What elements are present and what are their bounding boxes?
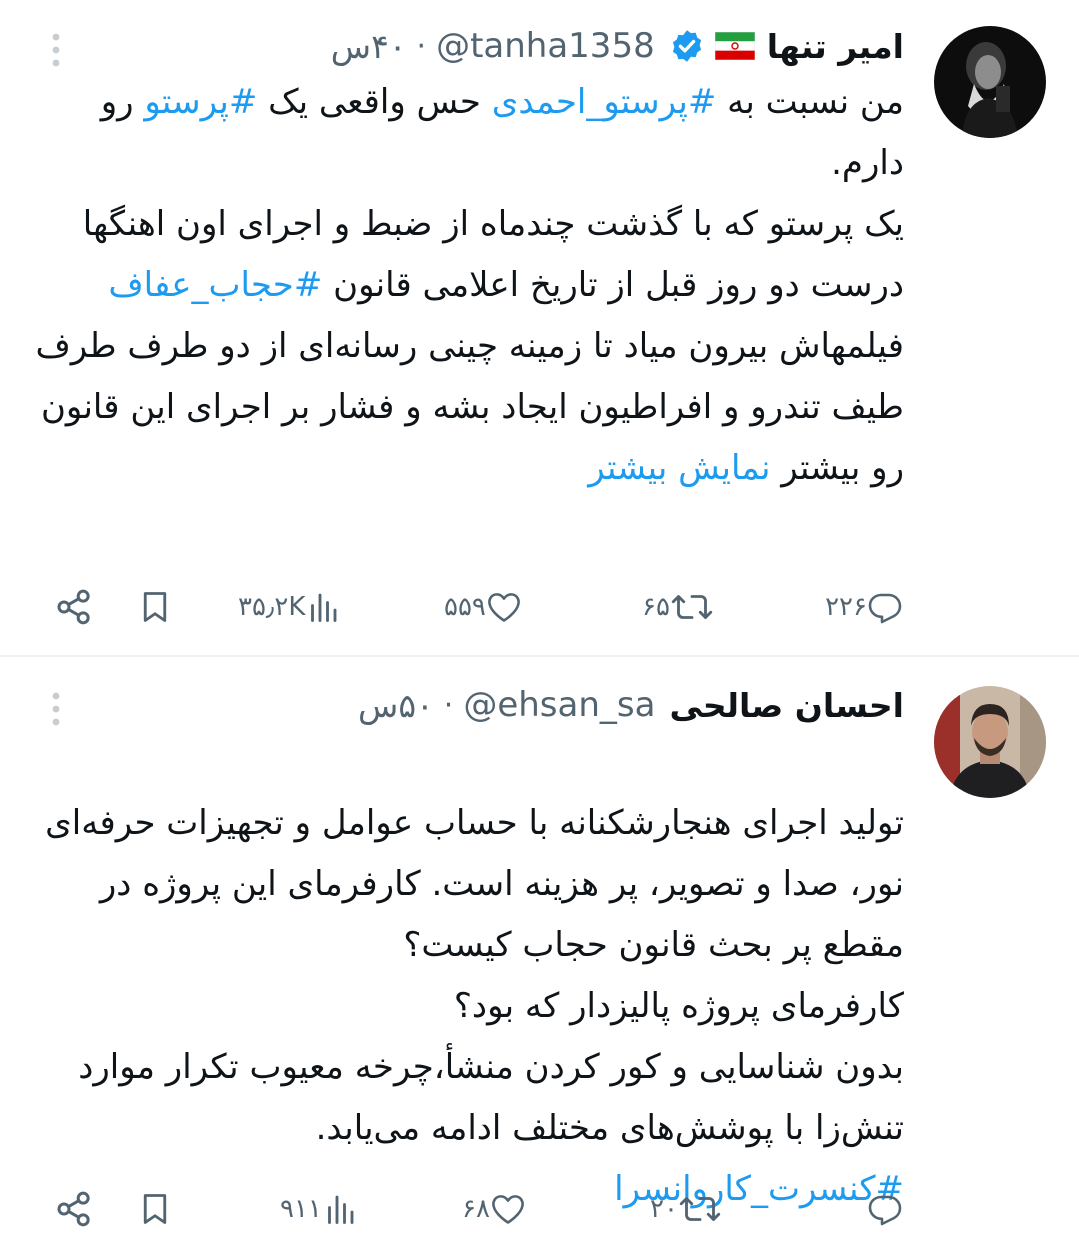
action-bar: ۲۰ ۶۸ ۹۱۱ bbox=[0, 1184, 1079, 1234]
tweet[interactable]: احسان صالحی @ehsan_sa · ۵۰س تولید اجرای … bbox=[0, 657, 1079, 1255]
bookmark-button[interactable] bbox=[137, 582, 173, 632]
tweet-header: امیر تنها @tanha1358 · ۴۰س bbox=[331, 18, 904, 74]
tweet-header: احسان صالحی @ehsan_sa · ۵۰س bbox=[358, 677, 904, 733]
more-options-icon[interactable] bbox=[46, 30, 66, 70]
retweet-button[interactable]: ۲۰ bbox=[650, 1184, 722, 1234]
text-segment: حس واقعی یک bbox=[257, 82, 492, 122]
retweet-button[interactable]: ۶۵ bbox=[642, 582, 714, 632]
reply-button[interactable] bbox=[867, 1184, 903, 1234]
separator-dot: · bbox=[443, 687, 454, 723]
reply-count: ۲۲۶ bbox=[825, 592, 867, 622]
retweet-icon bbox=[670, 589, 714, 625]
display-name[interactable]: امیر تنها bbox=[767, 27, 904, 66]
share-icon bbox=[54, 587, 94, 627]
more-options-icon[interactable] bbox=[46, 689, 66, 729]
timestamp[interactable]: ۵۰س bbox=[358, 686, 434, 725]
text-segment: من نسبت به bbox=[716, 82, 904, 122]
avatar-dark-portrait-icon bbox=[934, 26, 1046, 138]
like-count: ۵۵۹ bbox=[444, 592, 486, 622]
share-button[interactable] bbox=[54, 1184, 94, 1234]
share-icon bbox=[54, 1189, 94, 1229]
reply-icon bbox=[867, 589, 903, 625]
views-button[interactable]: ۹۱۱ bbox=[280, 1184, 358, 1234]
views-count: ۹۱۱ bbox=[280, 1194, 322, 1224]
views-icon bbox=[322, 1191, 358, 1227]
text-segment: فیلمهاش بیرون میاد تا زمینه چینی رسانه‌ا… bbox=[35, 326, 904, 488]
reply-icon bbox=[867, 1191, 903, 1227]
verified-badge-icon bbox=[669, 28, 705, 64]
bookmark-icon bbox=[137, 1191, 173, 1227]
views-button[interactable]: ۳۵٫۲K bbox=[238, 582, 341, 632]
user-handle[interactable]: @tanha1358 bbox=[436, 26, 655, 66]
tweet[interactable]: امیر تنها @tanha1358 · ۴۰س من نسبت به #پ… bbox=[0, 0, 1079, 655]
views-count: ۳۵٫۲K bbox=[238, 592, 306, 622]
timestamp[interactable]: ۴۰س bbox=[331, 27, 407, 66]
hashtag-link[interactable]: #حجاب_عفاف bbox=[108, 265, 322, 305]
tweet-text: من نسبت به #پرستو_احمدی حس واقعی یک #پرس… bbox=[34, 72, 904, 499]
separator-dot: · bbox=[416, 28, 427, 64]
iran-flag-icon bbox=[714, 31, 756, 61]
tweet-text: تولید اجرای هنجارشکنانه با حساب عوامل و … bbox=[34, 732, 904, 1220]
retweet-count: ۲۰ bbox=[650, 1194, 678, 1224]
like-icon bbox=[486, 589, 522, 625]
show-more-link[interactable]: نمایش بیشتر bbox=[588, 448, 770, 488]
like-icon bbox=[490, 1191, 526, 1227]
display-name[interactable]: احسان صالحی bbox=[669, 686, 904, 725]
text-segment: تولید اجرای هنجارشکنانه با حساب عوامل و … bbox=[45, 803, 904, 1148]
views-icon bbox=[305, 589, 341, 625]
bookmark-icon bbox=[137, 589, 173, 625]
retweet-icon bbox=[678, 1191, 722, 1227]
like-button[interactable]: ۵۵۹ bbox=[444, 582, 522, 632]
hashtag-link[interactable]: #پرستو bbox=[144, 82, 257, 122]
retweet-count: ۶۵ bbox=[642, 592, 670, 622]
reply-button[interactable]: ۲۲۶ bbox=[825, 582, 903, 632]
like-button[interactable]: ۶۸ bbox=[462, 1184, 526, 1234]
avatar[interactable] bbox=[934, 686, 1046, 798]
hashtag-link[interactable]: #پرستو_احمدی bbox=[492, 82, 717, 122]
avatar-man-portrait-icon bbox=[934, 686, 1046, 798]
share-button[interactable] bbox=[54, 582, 94, 632]
action-bar: ۲۲۶ ۶۵ ۵۵۹ ۳۵٫۲K bbox=[0, 582, 1079, 632]
user-handle[interactable]: @ehsan_sa bbox=[463, 685, 655, 725]
bookmark-button[interactable] bbox=[137, 1184, 173, 1234]
like-count: ۶۸ bbox=[462, 1194, 490, 1224]
avatar[interactable] bbox=[934, 26, 1046, 138]
